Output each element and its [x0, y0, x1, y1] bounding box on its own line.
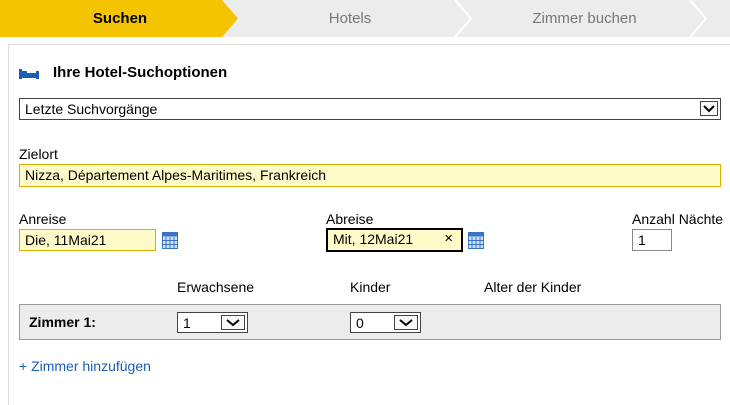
- nights-value: 1: [638, 232, 646, 248]
- recent-searches-value: Letzte Suchvorgänge: [25, 101, 158, 117]
- step-progress-bar: Suchen Hotels Zimmer buchen: [0, 0, 730, 37]
- nights-label: Anzahl Nächte: [632, 211, 724, 227]
- checkin-input[interactable]: Die, 11Mai21: [19, 229, 156, 251]
- clear-icon[interactable]: ×: [444, 230, 453, 247]
- destination-label: Zielort: [19, 146, 58, 162]
- adults-select[interactable]: 1: [177, 312, 248, 333]
- section-heading: Ihre Hotel-Suchoptionen: [53, 64, 228, 81]
- checkout-label: Abreise: [326, 211, 374, 227]
- chevron-down-icon[interactable]: [700, 101, 718, 116]
- step-book-room[interactable]: Zimmer buchen: [472, 0, 697, 37]
- destination-input[interactable]: Nizza, Département Alpes-Maritimes, Fran…: [19, 164, 721, 187]
- child-ages-label: Alter der Kinder: [484, 279, 582, 295]
- recent-searches-select[interactable]: Letzte Suchvorgänge: [19, 98, 721, 120]
- bed-icon: [19, 69, 39, 79]
- adults-value: 1: [183, 315, 191, 331]
- room-label: Zimmer 1:: [29, 314, 96, 330]
- nights-input[interactable]: 1: [632, 229, 672, 251]
- calendar-icon[interactable]: [162, 232, 178, 249]
- children-value: 0: [356, 315, 364, 331]
- adults-label: Erwachsene: [177, 279, 255, 295]
- add-room-link[interactable]: + Zimmer hinzufügen: [19, 358, 151, 374]
- children-select[interactable]: 0: [350, 312, 421, 333]
- children-label: Kinder: [350, 279, 391, 295]
- checkout-input[interactable]: Mit, 12Mai21 ×: [326, 228, 463, 252]
- checkin-label: Anreise: [19, 211, 67, 227]
- step-hotels[interactable]: Hotels: [240, 0, 460, 37]
- checkin-value: Die, 11Mai21: [25, 232, 107, 248]
- destination-value: Nizza, Département Alpes-Maritimes, Fran…: [25, 167, 327, 183]
- checkout-value: Mit, 12Mai21: [333, 231, 414, 247]
- chevron-down-icon[interactable]: [394, 315, 418, 330]
- step-search[interactable]: Suchen: [0, 0, 240, 37]
- calendar-icon[interactable]: [468, 232, 484, 249]
- chevron-down-icon[interactable]: [221, 315, 245, 330]
